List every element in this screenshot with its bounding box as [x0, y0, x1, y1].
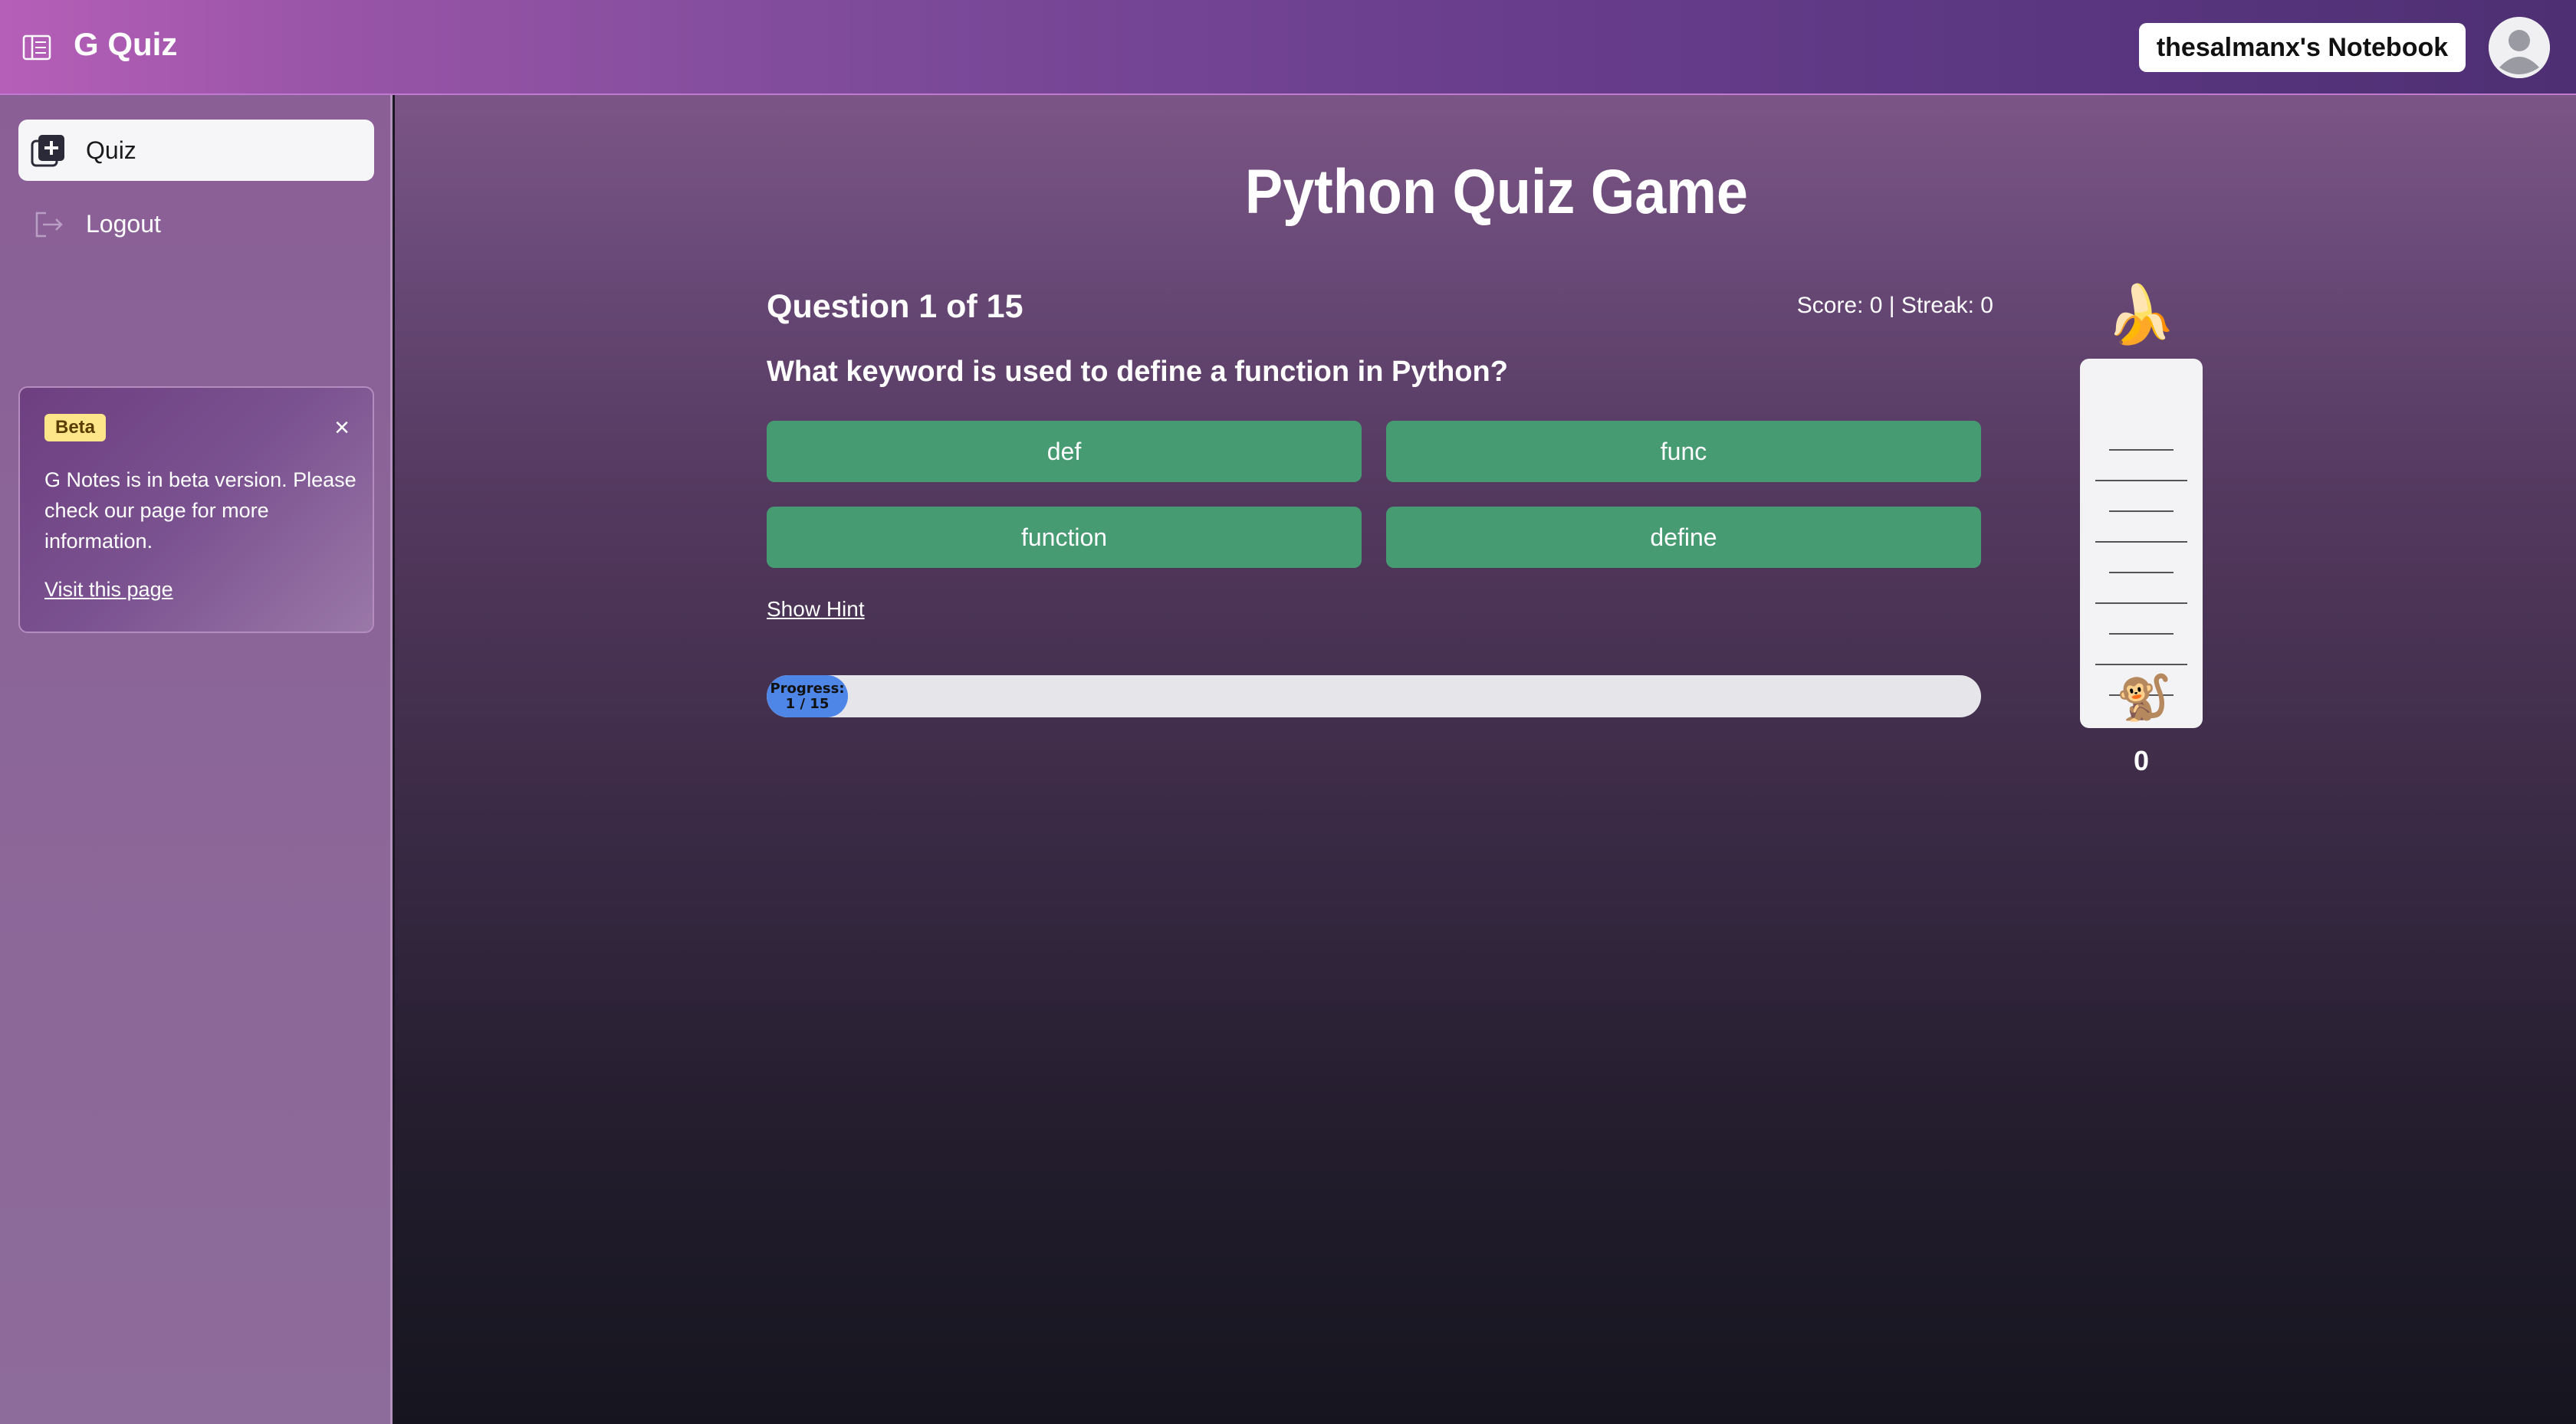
- sidebar-item-label: Quiz: [86, 136, 136, 164]
- meter-tick: [2095, 602, 2187, 604]
- sidebar-toggle-icon[interactable]: [21, 34, 52, 61]
- meter-tick: [2109, 633, 2174, 635]
- top-bar: G Quiz thesalmanx's Notebook: [0, 0, 2576, 95]
- question-counter: Question 1 of 15: [767, 288, 1024, 325]
- sidebar: Quiz Logout Beta × G Notes is in beta ve…: [0, 95, 393, 1424]
- monkey-icon: 🐒: [2116, 673, 2172, 723]
- quiz-main: Python Quiz Game Question 1 of 15 Score:…: [395, 95, 2576, 1424]
- app-title: G Quiz: [74, 26, 178, 62]
- add-quiz-icon: [31, 133, 66, 169]
- score-streak: Score: 0 | Streak: 0: [1796, 293, 1993, 318]
- sidebar-item-logout[interactable]: Logout: [18, 193, 374, 254]
- meter-tick: [2109, 449, 2174, 451]
- sidebar-item-label: Logout: [86, 209, 161, 238]
- answer-button[interactable]: func: [1386, 421, 1981, 482]
- logout-icon: [31, 207, 66, 242]
- meter-tick: [2095, 541, 2187, 543]
- notebook-button[interactable]: thesalmanx's Notebook: [2139, 23, 2466, 72]
- answer-button[interactable]: function: [767, 507, 1362, 568]
- meter-tick: [2109, 510, 2174, 512]
- meter-tick: [2095, 664, 2187, 665]
- beta-notice-card: Beta × G Notes is in beta version. Pleas…: [18, 386, 374, 633]
- banana-icon: 🍌: [2105, 283, 2177, 346]
- progress-fill: Progress: 1 / 15: [767, 675, 848, 717]
- answer-button[interactable]: def: [767, 421, 1362, 482]
- question-text: What keyword is used to define a functio…: [767, 356, 1508, 388]
- progress-bar: Progress: 1 / 15: [767, 675, 1981, 717]
- progress-label: Progress:: [770, 680, 845, 697]
- answer-button[interactable]: define: [1386, 507, 1981, 568]
- meter-tick: [2095, 480, 2187, 481]
- show-hint-link[interactable]: Show Hint: [767, 597, 865, 622]
- beta-badge: Beta: [44, 414, 107, 441]
- progress-value: 1 / 15: [785, 695, 830, 712]
- climb-meter: 🐒: [2080, 359, 2203, 728]
- user-avatar-icon[interactable]: [2489, 17, 2550, 78]
- page-title: Python Quiz Game: [1244, 157, 1748, 227]
- meter-tick: [2109, 572, 2174, 573]
- beta-notice-text: G Notes is in beta version. Please check…: [44, 468, 356, 553]
- climb-count: 0: [2133, 745, 2150, 776]
- sidebar-item-quiz[interactable]: Quiz: [18, 120, 374, 181]
- close-icon[interactable]: ×: [330, 415, 354, 441]
- visit-page-link[interactable]: Visit this page: [44, 578, 173, 602]
